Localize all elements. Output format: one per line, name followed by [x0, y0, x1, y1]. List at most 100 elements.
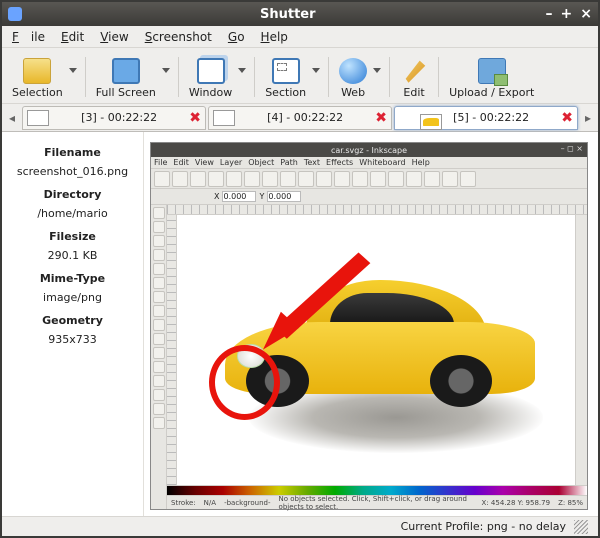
properties-panel: Filename screenshot_016.png Directory /h…	[2, 132, 144, 516]
tab-5[interactable]: [5] - 00:22:22 ✖	[394, 106, 578, 130]
upload-icon	[478, 58, 506, 84]
ruler-horizontal	[167, 205, 587, 215]
web-button[interactable]: Web	[335, 56, 371, 101]
globe-icon	[339, 58, 367, 84]
separator	[178, 57, 179, 97]
separator	[254, 57, 255, 97]
menu-edit[interactable]: Edit	[55, 28, 90, 46]
app-icon	[8, 7, 22, 21]
menu-help[interactable]: Help	[255, 28, 294, 46]
separator	[438, 57, 439, 97]
edit-button[interactable]: Edit	[396, 56, 432, 101]
tab-close-icon[interactable]: ✖	[561, 110, 573, 126]
mimetype-value: image/png	[8, 291, 137, 304]
tab-label: [4] - 00:22:22	[241, 111, 369, 124]
ink-menu-item: Path	[280, 158, 298, 167]
scrollbar-vertical	[575, 215, 587, 485]
annotation-circle	[209, 345, 281, 421]
window-button[interactable]: Window	[185, 56, 236, 101]
directory-value: /home/mario	[8, 207, 137, 220]
ink-menu-item: Layer	[220, 158, 242, 167]
window-icon	[197, 58, 225, 84]
section-button[interactable]: Section	[261, 56, 310, 101]
upload-export-label: Upload / Export	[449, 86, 534, 99]
web-label: Web	[341, 86, 365, 99]
tab-label: [3] - 00:22:22	[55, 111, 183, 124]
coord-readout: X: 454.28 Y: 958.79	[482, 499, 551, 507]
ruler-vertical	[167, 215, 177, 485]
section-label: Section	[265, 86, 306, 99]
layer-label: -background-	[224, 499, 270, 507]
tab-close-icon[interactable]: ✖	[375, 110, 387, 126]
titlebar[interactable]: Shutter – + ×	[2, 2, 598, 26]
main-toolbar: Selection Full Screen Window Section Web	[2, 48, 598, 104]
section-dropdown[interactable]	[312, 66, 320, 74]
separator	[85, 57, 86, 97]
inkscape-statusbar: Stroke: N/A -background- No objects sele…	[167, 495, 587, 509]
tab-scroll-right[interactable]: ▸	[580, 106, 596, 130]
tab-4[interactable]: [4] - 00:22:22 ✖	[208, 106, 392, 130]
separator	[389, 57, 390, 97]
fill-na: N/A	[204, 499, 216, 507]
pencil-icon	[400, 58, 428, 84]
statusbar: Current Profile: png - no delay	[2, 516, 598, 536]
ink-menu-item: Help	[412, 158, 430, 167]
upload-export-button[interactable]: Upload / Export	[445, 56, 538, 101]
geometry-heading: Geometry	[8, 314, 137, 327]
inkscape-menubar: File Edit View Layer Object Path Text Ef…	[151, 157, 587, 169]
web-dropdown[interactable]	[373, 66, 381, 74]
window-title: Shutter	[30, 7, 546, 22]
window-label: Window	[189, 86, 232, 99]
geometry-value: 935x733	[8, 333, 137, 346]
annotation-arrow	[257, 247, 376, 355]
separator	[328, 57, 329, 97]
inkscape-toolbox	[151, 205, 167, 509]
filesize-value: 290.1 KB	[8, 249, 137, 262]
coord-x-field: 0.000	[222, 191, 256, 202]
ink-menu-item: File	[154, 158, 167, 167]
color-palette	[167, 485, 587, 495]
fullscreen-label: Full Screen	[96, 86, 156, 99]
menu-screenshot[interactable]: Screenshot	[139, 28, 218, 46]
tab-thumb-icon	[27, 110, 49, 126]
content-area: Filename screenshot_016.png Directory /h…	[2, 132, 598, 516]
fullscreen-icon	[112, 58, 140, 84]
inkscape-options-bar: X0.000 Y0.000	[151, 189, 587, 205]
filename-heading: Filename	[8, 146, 137, 159]
selection-dropdown[interactable]	[69, 66, 77, 74]
selection-icon	[23, 58, 51, 84]
tab-thumb-icon	[420, 114, 442, 130]
tab-thumb-icon	[213, 110, 235, 126]
ink-menu-item: Whiteboard	[359, 158, 405, 167]
profile-text: Current Profile: png - no delay	[401, 520, 566, 533]
menu-go[interactable]: Go	[222, 28, 251, 46]
maximize-button[interactable]: +	[561, 6, 573, 22]
ink-menu-item: Effects	[326, 158, 353, 167]
fullscreen-button[interactable]: Full Screen	[92, 56, 160, 101]
tab-close-icon[interactable]: ✖	[189, 110, 201, 126]
inkscape-toolbar	[151, 169, 587, 189]
tab-strip: ◂ [3] - 00:22:22 ✖ [4] - 00:22:22 ✖ [5] …	[2, 104, 598, 132]
selection-button[interactable]: Selection	[8, 56, 67, 101]
tab-3[interactable]: [3] - 00:22:22 ✖	[22, 106, 206, 130]
resize-grip[interactable]	[574, 520, 588, 534]
minimize-button[interactable]: –	[546, 6, 553, 22]
menu-file[interactable]: File	[6, 28, 51, 46]
filename-value: screenshot_016.png	[8, 165, 137, 178]
inkscape-title: car.svgz - Inkscape	[331, 146, 407, 155]
inkscape-window-buttons: – ◻ ×	[561, 144, 583, 153]
menu-view[interactable]: View	[94, 28, 134, 46]
edit-label: Edit	[403, 86, 424, 99]
inkscape-titlebar: car.svgz - Inkscape – ◻ ×	[151, 143, 587, 157]
app-window: Shutter – + × File Edit View Screenshot …	[0, 0, 600, 538]
fullscreen-dropdown[interactable]	[162, 66, 170, 74]
filesize-heading: Filesize	[8, 230, 137, 243]
preview-panel: car.svgz - Inkscape – ◻ × File Edit View…	[144, 132, 598, 516]
ink-menu-item: Text	[304, 158, 320, 167]
close-button[interactable]: ×	[580, 6, 592, 22]
window-dropdown[interactable]	[238, 66, 246, 74]
status-text: No objects selected. Click, Shift+click,…	[279, 495, 474, 511]
screenshot-image: car.svgz - Inkscape – ◻ × File Edit View…	[150, 142, 588, 510]
tab-scroll-left[interactable]: ◂	[4, 106, 20, 130]
directory-heading: Directory	[8, 188, 137, 201]
